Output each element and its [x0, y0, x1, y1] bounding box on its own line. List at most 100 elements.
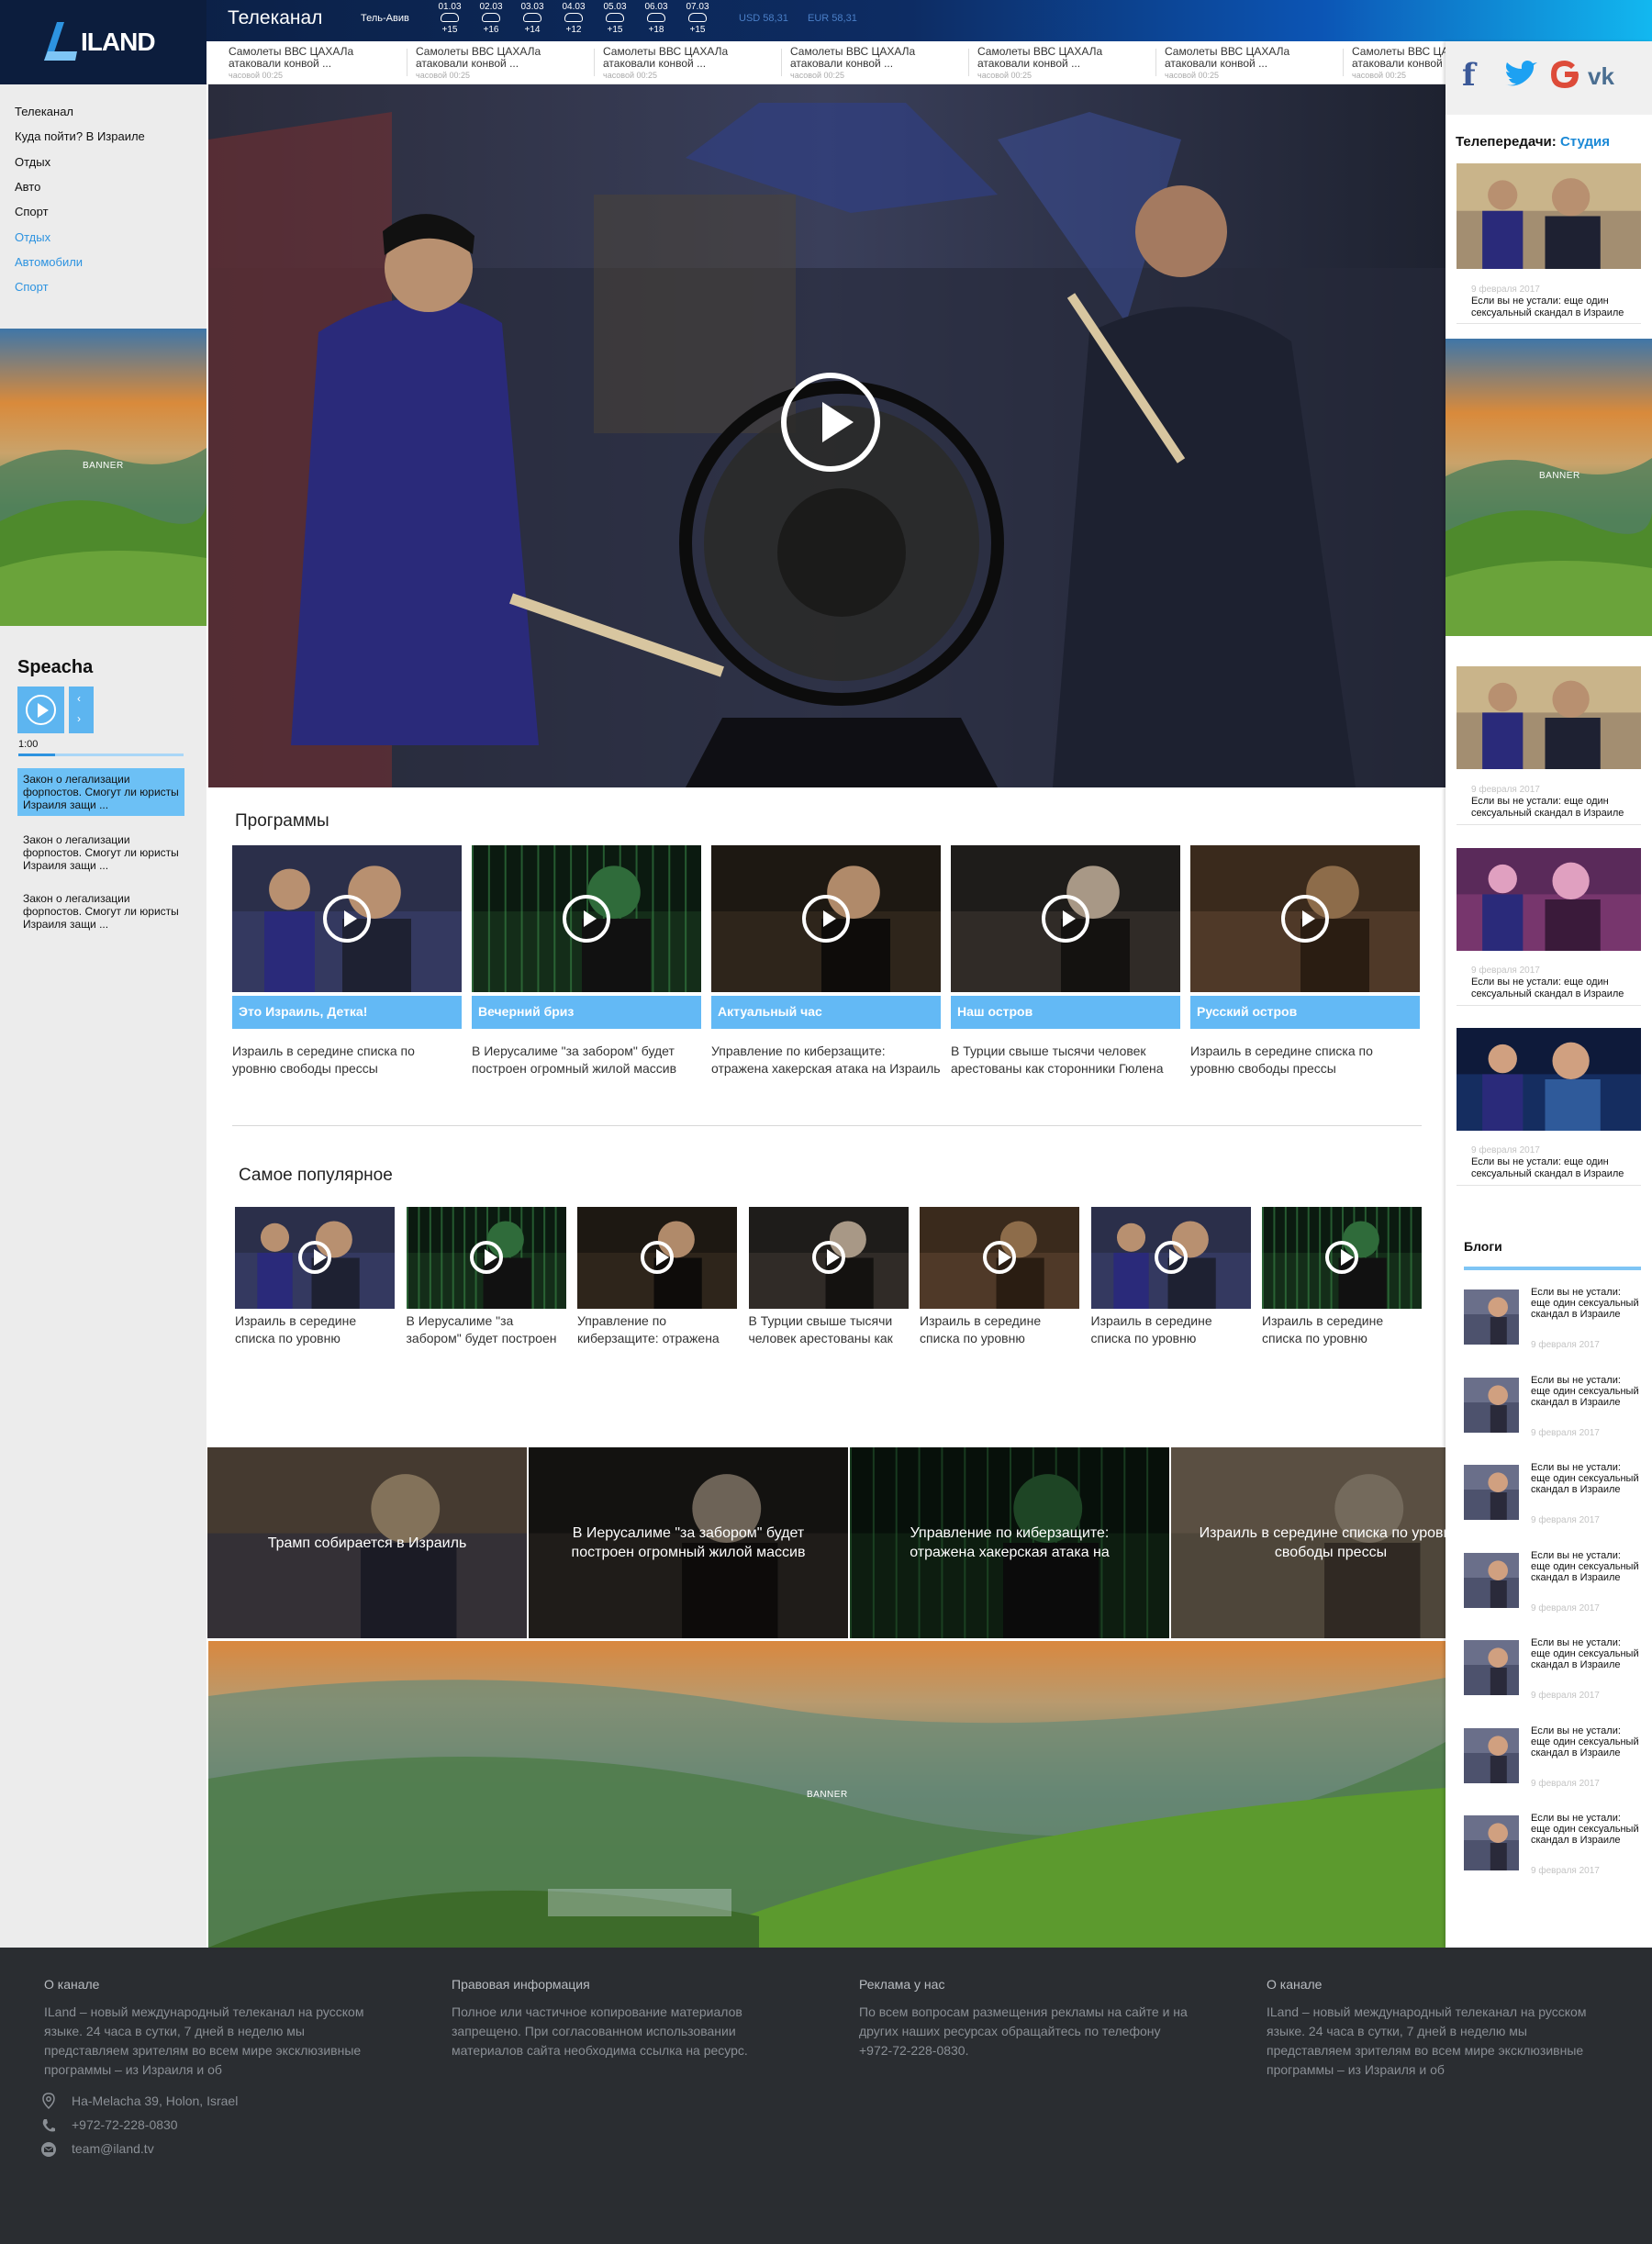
program-description[interactable]: В Иерусалиме "за забором" будет построен…	[472, 1043, 701, 1077]
program-description[interactable]: Израиль в середине списка по уровню своб…	[232, 1043, 462, 1077]
popular-description[interactable]: Израиль в середине списка по уровню	[1262, 1312, 1422, 1347]
right-banner[interactable]: BANNER	[1446, 339, 1652, 636]
nav-item[interactable]: Куда пойти? В Израиле	[15, 129, 145, 143]
popular-card[interactable]	[748, 1207, 909, 1309]
tv-show-title[interactable]: Если вы не устали: еще один сексуальный …	[1471, 796, 1636, 820]
hero-video[interactable]	[208, 84, 1446, 787]
ticker-item[interactable]: Самолеты ВВС ЦАХАЛа атаковали конвой ...…	[603, 46, 777, 82]
popular-card[interactable]	[235, 1207, 395, 1309]
nav-item[interactable]: Автомобили	[15, 255, 83, 269]
tv-show-date: 9 февраля 2017	[1471, 966, 1540, 976]
avatar[interactable]	[1464, 1377, 1519, 1433]
popular-description[interactable]: В Турции свыше тысячи человек арестованы…	[749, 1312, 909, 1347]
tv-show-thumbnail[interactable]	[1457, 666, 1641, 769]
nav-item[interactable]: Авто	[15, 180, 40, 194]
blog-title[interactable]: Если вы не устали: еще один сексуальный …	[1531, 1725, 1641, 1758]
nav-item[interactable]: Спорт	[15, 205, 49, 218]
playlist-item[interactable]: Закон о легализации форпостов. Смогут ли…	[17, 768, 184, 816]
featured-card[interactable]: В Иерусалиме "за забором" будет построен…	[529, 1447, 848, 1638]
popular-description[interactable]: Израиль в середине списка по уровню	[920, 1312, 1079, 1347]
popular-description[interactable]: Израиль в середине списка по уровню	[235, 1312, 395, 1347]
program-description[interactable]: Израиль в середине списка по уровню своб…	[1190, 1043, 1420, 1077]
playlist-item[interactable]: Закон о легализации форпостов. Смогут ли…	[17, 888, 184, 935]
tv-show-date: 9 февраля 2017	[1471, 1145, 1540, 1155]
vk-icon[interactable]: vk	[1588, 62, 1614, 91]
blog-title[interactable]: Если вы не устали: еще один сексуальный …	[1531, 1813, 1641, 1846]
program-name[interactable]: Вечерний бриз	[472, 996, 701, 1029]
program-card[interactable]	[951, 845, 1180, 992]
popular-card[interactable]	[920, 1207, 1079, 1309]
tv-show-thumbnail[interactable]	[1457, 848, 1641, 951]
bottom-banner[interactable]: BANNER	[208, 1641, 1446, 1948]
program-card[interactable]	[472, 845, 701, 992]
speacha-progress[interactable]	[18, 754, 184, 756]
footer-email[interactable]: team@iland.tv	[72, 2141, 154, 2156]
popular-card[interactable]	[577, 1207, 737, 1309]
left-banner[interactable]: BANNER	[0, 329, 206, 626]
blog-title[interactable]: Если вы не устали: еще один сексуальный …	[1531, 1462, 1641, 1495]
blog-title[interactable]: Если вы не устали: еще один сексуальный …	[1531, 1287, 1641, 1320]
chevron-left-icon[interactable]: ‹	[77, 692, 81, 705]
weather-city[interactable]: Тель-Авив	[361, 13, 409, 24]
program-description[interactable]: В Турции свыше тысячи человек арестованы…	[951, 1043, 1180, 1077]
ticker-item[interactable]: Самолеты ВВС ЦАХАЛа атаковали конвой ...…	[1352, 46, 1446, 82]
avatar[interactable]	[1464, 1815, 1519, 1870]
play-icon[interactable]	[781, 373, 880, 472]
avatar[interactable]	[1464, 1640, 1519, 1695]
cloud-icon	[441, 13, 459, 22]
program-name[interactable]: Русский остров	[1190, 996, 1420, 1029]
ticker-title: Самолеты ВВС ЦАХАЛа атаковали конвой ...	[977, 46, 1103, 70]
avatar[interactable]	[1464, 1465, 1519, 1520]
blog-date: 9 февраля 2017	[1531, 1866, 1600, 1876]
playlist-item[interactable]: Закон о легализации форпостов. Смогут ли…	[17, 829, 184, 876]
blog-title[interactable]: Если вы не устали: еще один сексуальный …	[1531, 1637, 1641, 1670]
tv-show-title[interactable]: Если вы не устали: еще один сексуальный …	[1471, 1156, 1636, 1180]
popular-description[interactable]: В Иерусалиме "за забором" будет построен	[407, 1312, 566, 1347]
popular-description[interactable]: Израиль в середине списка по уровню	[1091, 1312, 1251, 1347]
featured-card[interactable]: Трамп собирается в Израиль	[207, 1447, 527, 1638]
blog-title[interactable]: Если вы не устали: еще один сексуальный …	[1531, 1550, 1641, 1583]
featured-card[interactable]: Израиль в середине списка по уровню своб…	[1171, 1447, 1490, 1638]
blog-title[interactable]: Если вы не устали: еще один сексуальный …	[1531, 1375, 1641, 1408]
tv-show-title[interactable]: Если вы не устали: еще один сексуальный …	[1471, 296, 1636, 319]
speacha-play-button[interactable]	[17, 687, 64, 733]
featured-card[interactable]: Управление по киберзащите: отражена хаке…	[850, 1447, 1169, 1638]
ticker-item[interactable]: Самолеты ВВС ЦАХАЛа атаковали конвой ...…	[1165, 46, 1339, 82]
avatar[interactable]	[1464, 1289, 1519, 1345]
footer-phone[interactable]: +972-72-228-0830	[72, 2117, 178, 2132]
tv-studio-link[interactable]: Студия	[1560, 134, 1610, 150]
nav-item[interactable]: Телеканал	[15, 105, 73, 118]
ticker-item[interactable]: Самолеты ВВС ЦАХАЛа атаковали конвой ...…	[977, 46, 1152, 82]
logo[interactable]: ILAND	[0, 0, 206, 84]
avatar[interactable]	[1464, 1727, 1519, 1783]
program-card[interactable]	[711, 845, 941, 992]
nav-item[interactable]: Спорт	[15, 280, 49, 294]
program-name[interactable]: Наш остров	[951, 996, 1180, 1029]
tv-show-thumbnail[interactable]	[1457, 1028, 1641, 1131]
twitter-icon[interactable]	[1503, 61, 1538, 90]
program-card[interactable]	[232, 845, 462, 992]
tv-show-thumbnail[interactable]	[1457, 163, 1641, 269]
avatar[interactable]	[1464, 1552, 1519, 1608]
program-description[interactable]: Управление по кибер­защите: отражена хак…	[711, 1043, 941, 1077]
channel-title[interactable]: Телеканал	[228, 7, 322, 29]
nav-item[interactable]: Отдых	[15, 155, 50, 169]
chevron-right-icon[interactable]: ›	[77, 712, 81, 725]
ticker-title: Самолеты ВВС ЦАХАЛа атаковали конвой ...	[416, 46, 541, 70]
popular-card[interactable]	[1090, 1207, 1251, 1309]
google-icon[interactable]	[1547, 57, 1582, 92]
facebook-icon[interactable]: f	[1462, 57, 1476, 94]
program-name[interactable]: Актуальный час	[711, 996, 941, 1029]
program-card[interactable]	[1190, 845, 1420, 992]
ticker-item[interactable]: Самолеты ВВС ЦАХАЛа атаковали конвой ...…	[229, 46, 403, 82]
tv-show-title[interactable]: Если вы не устали: еще один сексуальный …	[1471, 977, 1636, 1000]
thumbnail-image	[1464, 1465, 1519, 1520]
program-name[interactable]: Это Израиль, Детка!	[232, 996, 462, 1029]
nav-item[interactable]: Отдых	[15, 230, 50, 244]
popular-card[interactable]	[406, 1207, 566, 1309]
cloud-icon	[606, 13, 624, 22]
ticker-item[interactable]: Самолеты ВВС ЦАХАЛа атаковали конвой ...…	[416, 46, 590, 82]
popular-description[interactable]: Управление по киберзащите: отражена	[577, 1312, 737, 1347]
popular-card[interactable]	[1262, 1207, 1422, 1309]
ticker-item[interactable]: Самолеты ВВС ЦАХАЛа атаковали конвой ...…	[790, 46, 965, 82]
